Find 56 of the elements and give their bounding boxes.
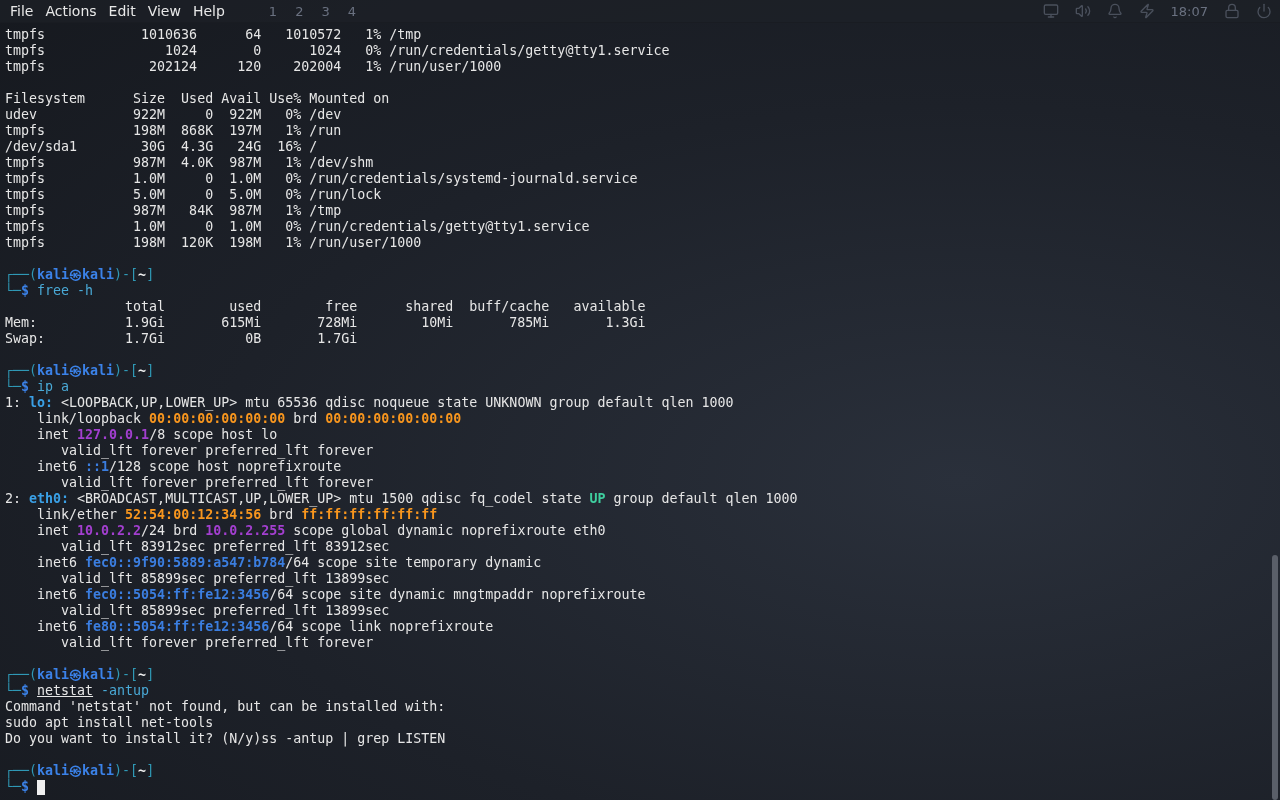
output-line: valid_lft forever preferred_lft forever bbox=[60, 475, 374, 491]
output-line: inet 127.0.0.1/8 scope host lo bbox=[36, 427, 278, 443]
output-line: 1: lo: <LOOPBACK,UP,LOWER_UP> mtu 65536 qdisc noqueue state UNKNOWN group default qlen 1000 bbox=[5, 395, 734, 411]
output-line: Swap: 1.7Gi 0B 1.7Gi bbox=[5, 331, 358, 347]
output-line: tmpfs 1.0M 0 1.0M 0% /run/credentials/systemd-journald.service bbox=[5, 171, 638, 187]
lock-icon[interactable] bbox=[1224, 3, 1240, 19]
menu-item[interactable]: Help bbox=[186, 0, 231, 22]
output-line: Command 'netstat' not found, but can be installed with: bbox=[5, 699, 446, 715]
output-line: valid_lft 85899sec preferred_lft 13899sec bbox=[60, 571, 390, 587]
power-icon[interactable] bbox=[1256, 3, 1272, 19]
output-line: link/ether 52:54:00:12:34:56 brd ff:ff:ff:ff:ff:ff bbox=[36, 507, 438, 523]
output-line: Do you want to install it? (N/y)ss -antup | grep LISTEN bbox=[5, 731, 446, 747]
menu-item[interactable]: File bbox=[4, 0, 40, 22]
output-line: tmpfs 987M 4.0K 987M 1% /dev/shm bbox=[5, 155, 374, 171]
output-line: inet 10.0.2.2/24 brd 10.0.2.255 scope global dynamic noprefixroute eth0 bbox=[36, 523, 606, 539]
lightning-icon[interactable] bbox=[1138, 3, 1155, 19]
prompt-line: ┌──(kali㉿kali)-[~] bbox=[5, 267, 155, 283]
output-line: udev 922M 0 922M 0% /dev bbox=[5, 107, 342, 123]
prompt-line: └─$ netstat -antup bbox=[5, 683, 150, 699]
output-line: inet6 ::1/128 scope host noprefixroute bbox=[36, 459, 342, 475]
output-line: inet6 fec0::5054:ff:fe12:3456/64 scope site dynamic mngtmpaddr noprefixroute bbox=[36, 587, 646, 603]
output-line: tmpfs 1.0M 0 1.0M 0% /run/credentials/getty@tty1.service bbox=[5, 219, 590, 235]
output-line: valid_lft 83912sec preferred_lft 83912sec bbox=[60, 539, 390, 555]
output-line: tmpfs 987M 84K 987M 1% /tmp bbox=[5, 203, 342, 219]
output-line: inet6 fe80::5054:ff:fe12:3456/64 scope link noprefixroute bbox=[36, 619, 494, 635]
scrollbar[interactable] bbox=[1272, 555, 1278, 800]
output-line: inet6 fec0::9f90:5889:a547:b784/64 scope site temporary dynamic bbox=[36, 555, 542, 571]
output-line: tmpfs 1024 0 1024 0% /run/credentials/getty@tty1.service bbox=[5, 43, 670, 59]
prompt-line: └─$ free -h bbox=[5, 283, 94, 299]
clock: 18:07 bbox=[1170, 3, 1208, 19]
output-line: tmpfs 202124 120 202004 1% /run/user/1000 bbox=[5, 59, 502, 75]
output-line: /dev/sda1 30G 4.3G 24G 16% / bbox=[5, 139, 318, 155]
menu-item[interactable]: View bbox=[141, 0, 187, 22]
bell-icon[interactable] bbox=[1106, 3, 1123, 19]
output-line: valid_lft forever preferred_lft forever bbox=[60, 635, 374, 651]
output-line: 2: eth0: <BROADCAST,MULTICAST,UP,LOWER_UP> mtu 1500 qdisc fq_codel state UP group default qlen 1000 bbox=[5, 491, 798, 507]
volume-icon[interactable] bbox=[1074, 3, 1091, 19]
output-line: Filesystem Size Used Avail Use% Mounted on bbox=[5, 91, 390, 107]
output-line: valid_lft forever preferred_lft forever bbox=[60, 443, 374, 459]
menu-item[interactable]: Actions bbox=[39, 0, 103, 22]
output-line: tmpfs 5.0M 0 5.0M 0% /run/lock bbox=[5, 187, 382, 203]
output-line: sudo apt install net-tools bbox=[5, 715, 214, 731]
output-line: tmpfs 198M 120K 198M 1% /run/user/1000 bbox=[5, 235, 422, 251]
output-line: Mem: 1.9Gi 615Mi 728Mi 10Mi 785Mi 1.3Gi bbox=[5, 315, 646, 331]
prompt-line: └─$ ip a bbox=[5, 379, 70, 395]
monitor-icon[interactable] bbox=[1042, 3, 1059, 19]
prompt-line: └─$ bbox=[5, 779, 30, 795]
output-line: valid_lft 85899sec preferred_lft 13899sec bbox=[60, 603, 390, 619]
menu-item[interactable]: Edit bbox=[102, 0, 142, 22]
output-line: total used free shared buff/cache available bbox=[124, 299, 646, 315]
output-line: tmpfs 1010636 64 1010572 1% /tmp bbox=[5, 27, 422, 43]
prompt-line: ┌──(kali㉿kali)-[~] bbox=[5, 667, 155, 683]
prompt-line: ┌──(kali㉿kali)-[~] bbox=[5, 363, 155, 379]
output-line: link/loopback 00:00:00:00:00:00 brd 00:00:00:00:00:00 bbox=[36, 411, 462, 427]
prompt-line: ┌──(kali㉿kali)-[~] bbox=[5, 763, 155, 779]
output-line: tmpfs 198M 868K 197M 1% /run bbox=[5, 123, 342, 139]
